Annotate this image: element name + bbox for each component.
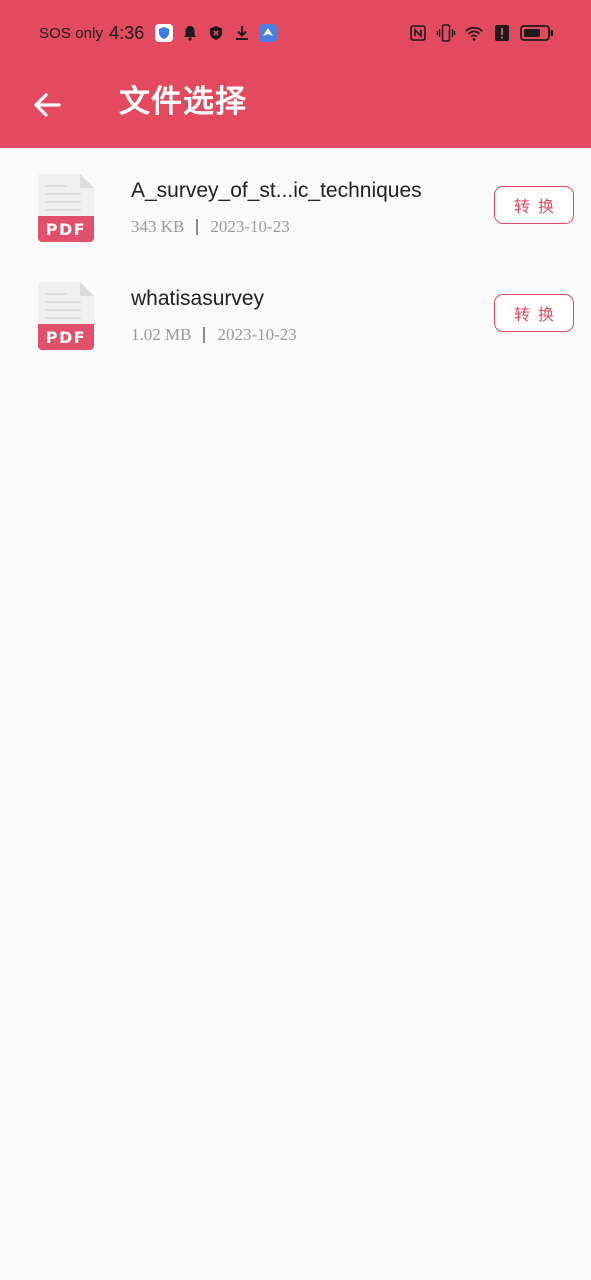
alert-icon bbox=[492, 23, 512, 43]
back-button[interactable] bbox=[24, 82, 70, 128]
page-title: 文件选择 bbox=[119, 84, 247, 120]
shield-app-icon bbox=[154, 23, 174, 43]
convert-button[interactable]: 转换 bbox=[494, 294, 574, 332]
download-icon bbox=[232, 23, 252, 43]
file-size: 1.02 MB bbox=[131, 325, 192, 344]
arrow-left-icon bbox=[34, 93, 61, 117]
status-bar: SOS only 4:36 bbox=[0, 0, 591, 66]
list-item[interactable]: PDF whatisasurvey 1.02 MB 2023-10-23 转换 bbox=[0, 280, 591, 388]
file-meta: 343 KB 2023-10-23 bbox=[131, 214, 290, 240]
file-name: A_survey_of_st...ic_techniques bbox=[131, 179, 422, 202]
pdf-file-icon: PDF bbox=[38, 174, 94, 242]
pdf-badge-label: PDF bbox=[46, 220, 86, 239]
nfc-icon bbox=[408, 23, 428, 43]
wifi-icon bbox=[464, 23, 484, 43]
app-bird-icon bbox=[258, 23, 278, 43]
file-list: PDF A_survey_of_st...ic_techniques 343 K… bbox=[0, 148, 591, 388]
meta-divider bbox=[196, 219, 199, 235]
file-meta: 1.02 MB 2023-10-23 bbox=[131, 322, 297, 348]
meta-divider bbox=[203, 327, 206, 343]
carrier-text: SOS only bbox=[39, 24, 104, 42]
battery-icon bbox=[520, 23, 554, 43]
security-icon bbox=[206, 23, 226, 43]
pdf-file-icon: PDF bbox=[38, 282, 94, 350]
toolbar: 文件选择 bbox=[0, 66, 591, 148]
convert-button[interactable]: 转换 bbox=[494, 186, 574, 224]
file-date: 2023-10-23 bbox=[210, 217, 290, 236]
bell-icon bbox=[180, 23, 200, 43]
file-date: 2023-10-23 bbox=[217, 325, 297, 344]
file-size: 343 KB bbox=[131, 217, 185, 236]
time-text: 4:36 bbox=[109, 22, 145, 43]
vibrate-icon bbox=[436, 23, 456, 43]
app-header: SOS only 4:36 文件选择 bbox=[0, 0, 591, 148]
file-name: whatisasurvey bbox=[131, 287, 265, 310]
pdf-badge-label: PDF bbox=[46, 328, 86, 347]
status-right bbox=[408, 20, 554, 46]
status-left: SOS only 4:36 bbox=[39, 20, 278, 46]
list-item[interactable]: PDF A_survey_of_st...ic_techniques 343 K… bbox=[0, 172, 591, 280]
